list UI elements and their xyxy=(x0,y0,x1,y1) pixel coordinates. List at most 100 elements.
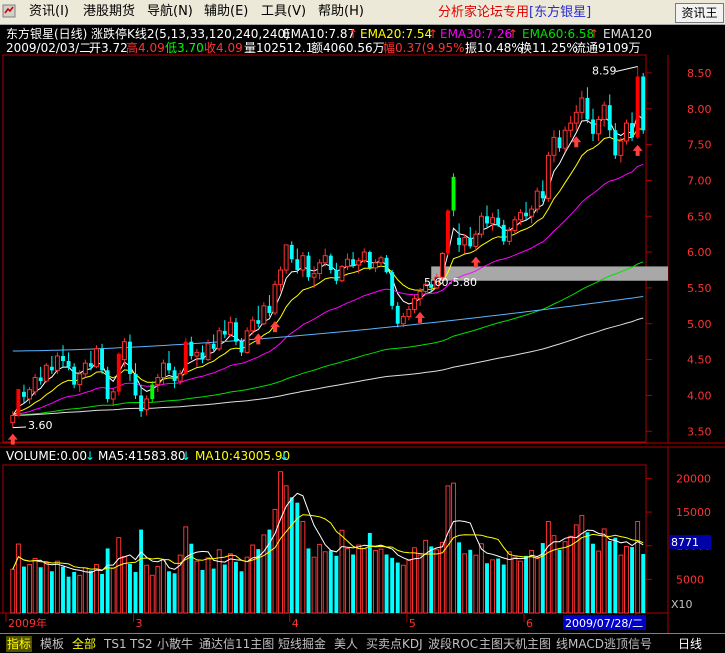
candle-body[interactable] xyxy=(400,316,406,325)
volume-bar[interactable] xyxy=(339,529,345,614)
volume-bar[interactable] xyxy=(635,521,641,614)
candle-body[interactable] xyxy=(518,212,523,221)
candle-body[interactable] xyxy=(144,398,150,411)
volume-bar[interactable] xyxy=(462,553,468,614)
volume-bar[interactable] xyxy=(267,529,272,613)
candle-body[interactable] xyxy=(72,366,77,385)
candle-body[interactable] xyxy=(478,215,484,235)
candle-body[interactable] xyxy=(339,265,345,282)
candle-body[interactable] xyxy=(624,122,629,142)
candle-body[interactable] xyxy=(334,270,339,281)
volume-bar[interactable] xyxy=(88,570,93,613)
volume-bar[interactable] xyxy=(133,571,138,613)
volume-bar[interactable] xyxy=(322,551,328,614)
volume-bar[interactable] xyxy=(77,574,83,614)
candle-body[interactable] xyxy=(127,341,132,374)
tab-all[interactable]: 全部 xyxy=(72,636,96,652)
candle-body[interactable] xyxy=(289,244,294,260)
volume-bar[interactable] xyxy=(468,549,473,613)
volume-bar[interactable] xyxy=(61,566,65,613)
volume-bar[interactable] xyxy=(205,557,211,614)
candle-body[interactable] xyxy=(200,352,205,360)
candle-body[interactable] xyxy=(49,366,54,371)
candle-body[interactable] xyxy=(545,154,551,199)
tab-kdj-signal[interactable]: 买卖点KDJ xyxy=(366,636,423,652)
volume-bar[interactable] xyxy=(406,560,412,614)
volume-bar[interactable] xyxy=(94,564,99,614)
candle-body[interactable] xyxy=(496,217,501,225)
volume-bar[interactable] xyxy=(579,514,585,614)
candle-body[interactable] xyxy=(351,259,356,265)
volume-bar[interactable] xyxy=(545,521,551,614)
volume-bar[interactable] xyxy=(121,555,127,614)
candle-body[interactable] xyxy=(244,330,250,353)
volume-bar[interactable] xyxy=(601,528,607,614)
volume-bar[interactable] xyxy=(445,485,451,614)
volume-bar[interactable] xyxy=(82,567,88,614)
tab-beauty[interactable]: 美人 xyxy=(334,636,358,652)
volume-bar[interactable] xyxy=(43,562,49,614)
candle-body[interactable] xyxy=(177,373,183,382)
candle-body[interactable] xyxy=(155,377,161,386)
candle-body[interactable] xyxy=(110,391,116,400)
candle-body[interactable] xyxy=(160,362,166,378)
volume-bar[interactable] xyxy=(38,567,43,613)
period-label[interactable]: 日线 xyxy=(678,636,702,652)
volume-bar[interactable] xyxy=(356,544,362,614)
candle-body[interactable] xyxy=(490,217,496,224)
candle-body[interactable] xyxy=(557,137,562,149)
candle-body[interactable] xyxy=(613,130,618,156)
candle-body[interactable] xyxy=(250,319,256,332)
candle-body[interactable] xyxy=(133,373,138,396)
candle-body[interactable] xyxy=(618,140,624,156)
candle-body[interactable] xyxy=(372,262,378,269)
volume-bar[interactable] xyxy=(49,571,54,613)
candle-body[interactable] xyxy=(311,273,317,278)
volume-bar[interactable] xyxy=(278,471,284,614)
candle-body[interactable] xyxy=(66,361,71,367)
volume-bar[interactable] xyxy=(361,547,367,614)
volume-bar[interactable] xyxy=(529,549,535,614)
volume-bar[interactable] xyxy=(412,547,417,614)
volume-bar[interactable] xyxy=(54,560,60,614)
volume-bar[interactable] xyxy=(624,545,629,614)
volume-bar[interactable] xyxy=(239,571,244,613)
candle-body[interactable] xyxy=(468,237,473,247)
volume-bar[interactable] xyxy=(506,551,512,614)
volume-bar[interactable] xyxy=(551,535,557,614)
volume-bar[interactable] xyxy=(72,571,77,613)
volume-bar[interactable] xyxy=(641,553,646,613)
volume-bar[interactable] xyxy=(490,559,496,614)
candle-body[interactable] xyxy=(278,269,284,285)
volume-bar[interactable] xyxy=(534,558,540,614)
tab-ts2[interactable]: TS2 xyxy=(130,636,153,652)
candle-body[interactable] xyxy=(167,363,171,371)
candle-body[interactable] xyxy=(384,257,389,273)
volume-bar[interactable] xyxy=(227,553,233,614)
volume-bar[interactable] xyxy=(27,564,32,614)
candle-body[interactable] xyxy=(295,259,300,270)
candle-body[interactable] xyxy=(100,348,105,371)
candle-body[interactable] xyxy=(534,190,540,210)
volume-bar[interactable] xyxy=(200,569,205,613)
volume-bar[interactable] xyxy=(10,568,16,614)
volume-bar[interactable] xyxy=(272,508,278,614)
candle-body[interactable] xyxy=(630,123,635,138)
candle-body[interactable] xyxy=(328,255,333,270)
candle-body[interactable] xyxy=(591,119,595,134)
volume-bar[interactable] xyxy=(429,546,434,613)
candle-body[interactable] xyxy=(462,237,468,246)
candle-body[interactable] xyxy=(183,341,188,374)
candle-body[interactable] xyxy=(641,76,646,131)
candle-body[interactable] xyxy=(485,216,489,224)
candle-body[interactable] xyxy=(300,255,306,271)
candle-body[interactable] xyxy=(306,255,311,278)
volume-bar[interactable] xyxy=(222,564,227,613)
candle-body[interactable] xyxy=(77,373,83,386)
candle-body[interactable] xyxy=(607,105,612,131)
candle-body[interactable] xyxy=(261,305,267,325)
tab-short-gold[interactable]: 短线掘金 xyxy=(278,636,326,652)
volume-bar[interactable] xyxy=(261,534,267,614)
candle-body[interactable] xyxy=(16,388,21,416)
volume-bar[interactable] xyxy=(423,539,429,614)
